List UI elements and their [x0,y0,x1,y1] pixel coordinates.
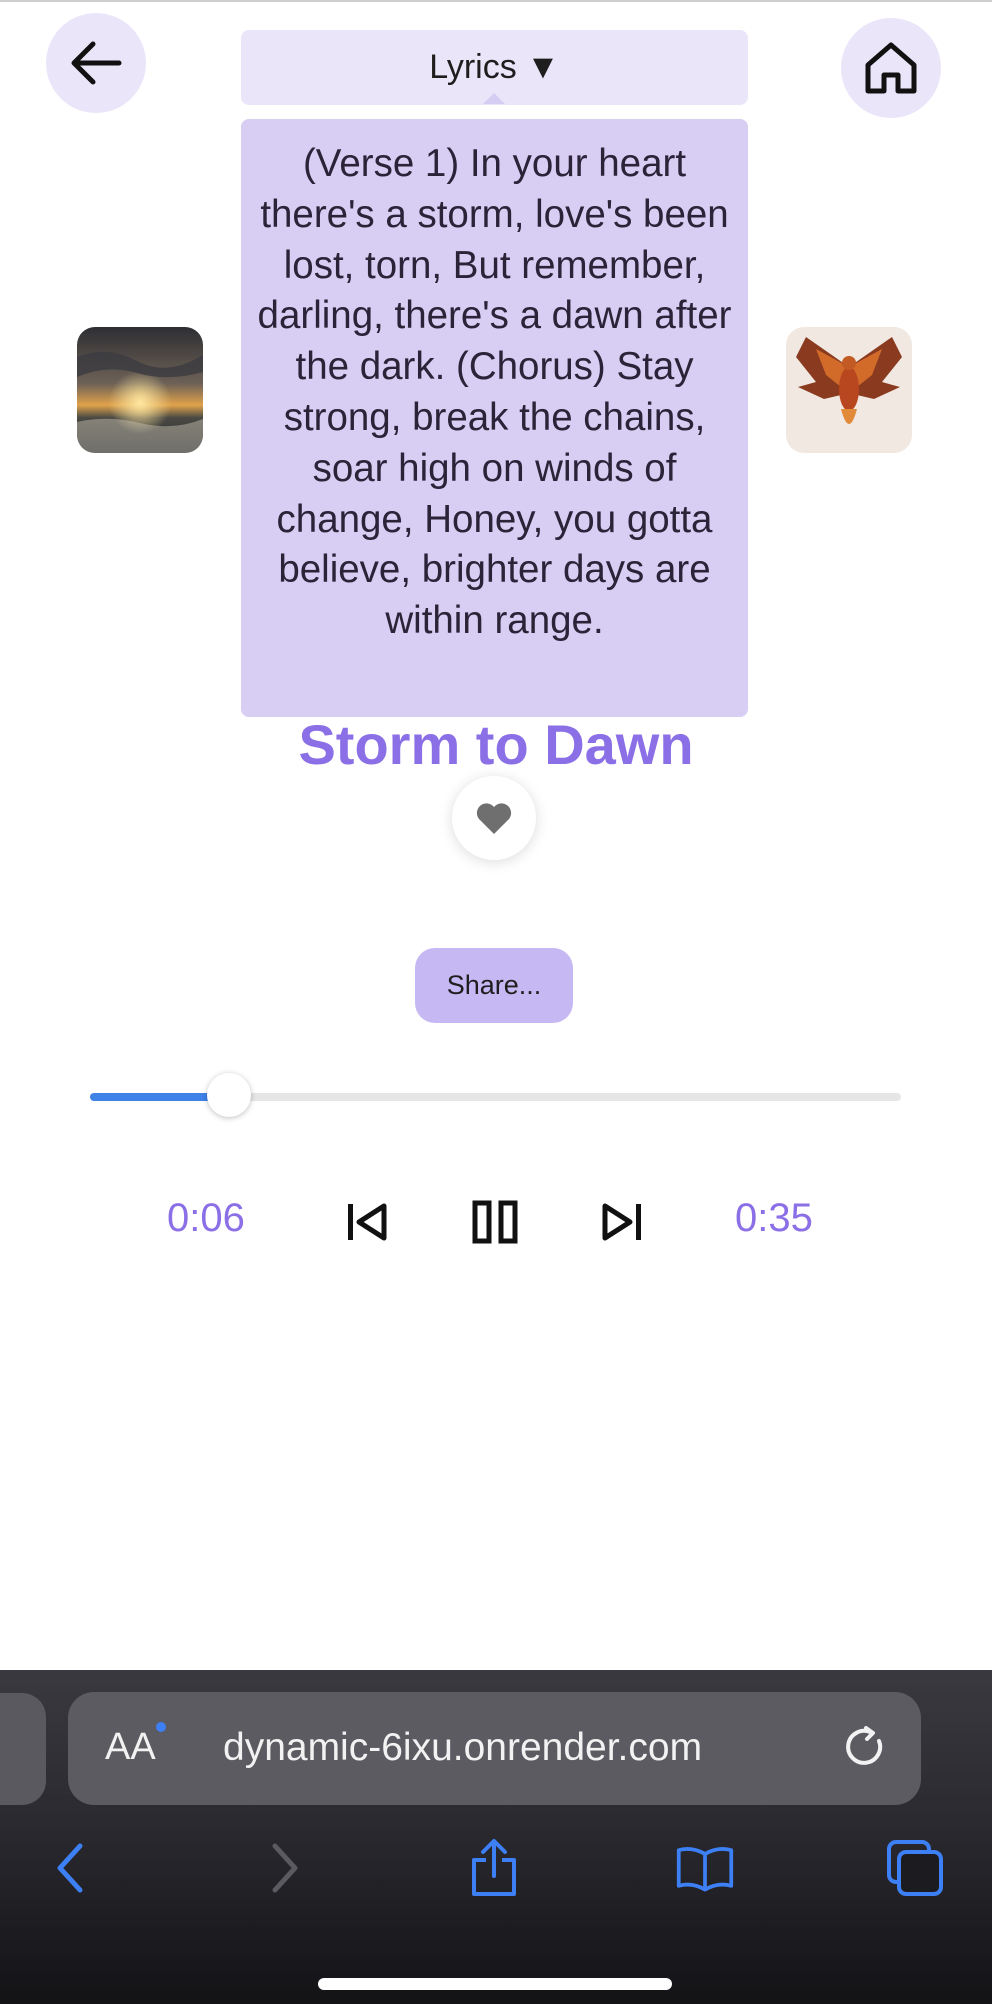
heart-icon [476,803,512,834]
pause-button[interactable] [467,1194,523,1250]
home-indicator [318,1978,672,1990]
bookmarks-icon [676,1847,734,1892]
home-icon [865,42,917,94]
lyrics-toggle-label: Lyrics ▼ [429,48,560,86]
tabs-icon [887,1840,943,1896]
share-icon [472,1839,516,1896]
skip-previous-icon [348,1203,387,1241]
previous-tab-preview[interactable] [0,1693,46,1805]
arrow-left-icon [71,41,122,85]
share-button-label: Share... [446,970,542,1000]
song-title: Storm to Dawn [298,713,694,776]
top-divider [0,0,992,2]
notification-dot [156,1722,166,1732]
back-icon [57,1843,83,1893]
next-track-button[interactable] [594,1194,650,1250]
home-button[interactable] [841,18,941,118]
like-button[interactable] [452,776,536,860]
progress-handle[interactable] [207,1073,251,1117]
sunset-storm-sea-image-art [77,327,203,453]
phoenix-image[interactable] [786,327,912,453]
browser-toolbar-area: AA dynamic-6ixu.onrender.com [0,1670,992,2004]
phoenix-image-art [786,327,912,453]
lyrics-text: (Verse 1) In your heart there's a storm,… [257,142,732,643]
browser-bookmarks-button[interactable] [675,1838,735,1898]
progress-slider[interactable] [90,1073,901,1117]
back-button[interactable] [46,13,146,113]
pause-icon [472,1200,518,1244]
current-time: 0:06 [167,1196,245,1240]
browser-tabs-button[interactable] [885,1838,945,1898]
share-button[interactable]: Share... [415,948,573,1023]
address-bar[interactable]: AA dynamic-6ixu.onrender.com [68,1692,921,1805]
total-time: 0:35 [735,1196,813,1240]
lyrics-pointer [483,93,505,104]
lyrics-panel: (Verse 1) In your heart there's a storm,… [241,119,748,717]
browser-back-button[interactable] [40,1838,100,1898]
browser-forward-button[interactable] [255,1838,315,1898]
sunset-storm-sea-image[interactable] [77,327,203,453]
browser-share-button[interactable] [464,1838,524,1898]
reload-icon[interactable] [842,1724,888,1770]
skip-next-icon [602,1203,641,1241]
forward-icon [272,1843,298,1893]
text-size-button[interactable]: AA [105,1726,156,1769]
previous-track-button[interactable] [339,1194,395,1250]
url-text[interactable]: dynamic-6ixu.onrender.com [223,1726,702,1770]
